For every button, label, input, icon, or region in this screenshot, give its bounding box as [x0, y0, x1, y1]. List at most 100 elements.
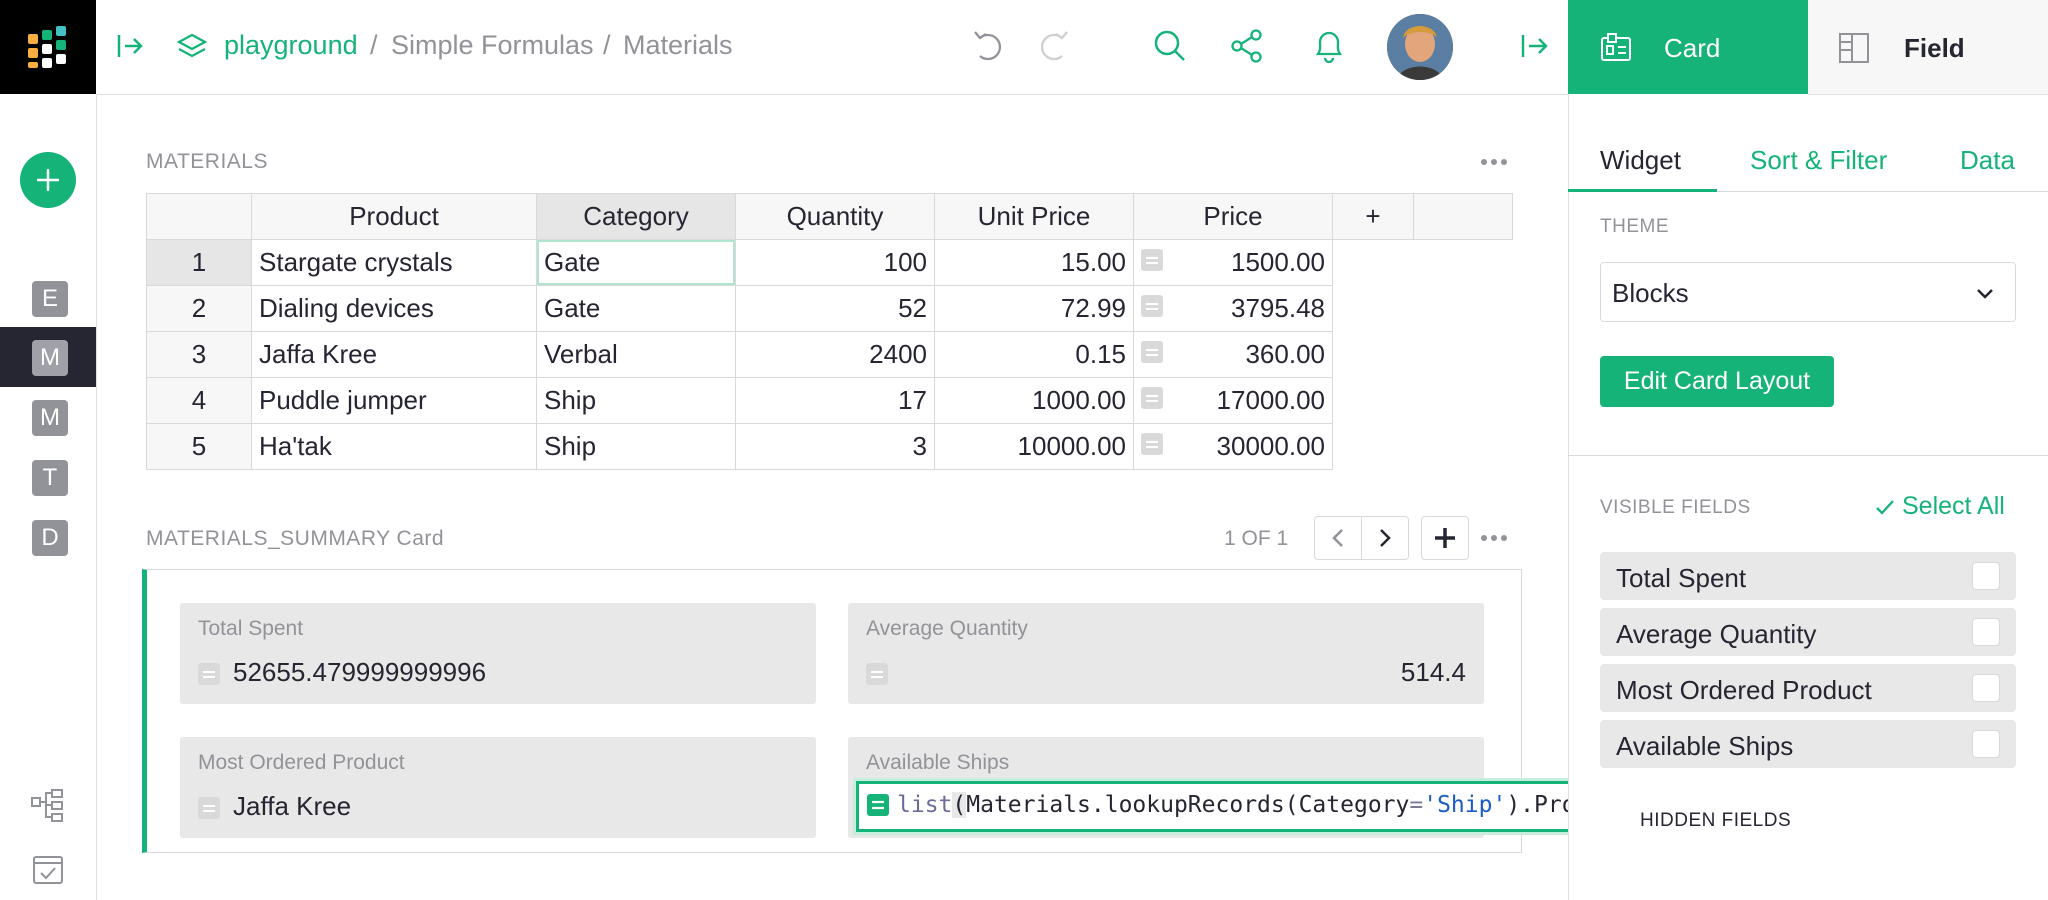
- breadcrumb-page[interactable]: Materials: [623, 30, 733, 61]
- search-icon[interactable]: [1152, 28, 1188, 69]
- breadcrumb-workspace[interactable]: playground: [224, 30, 358, 61]
- column-header-quantity[interactable]: Quantity: [735, 193, 935, 240]
- field-average-quantity[interactable]: Average Quantity 514.4: [848, 603, 1484, 704]
- cell-product[interactable]: Dialing devices: [251, 285, 537, 332]
- cell-quantity[interactable]: 52: [735, 285, 935, 332]
- tab-card[interactable]: Card: [1568, 0, 1808, 94]
- cell-unit-price[interactable]: 15.00: [934, 239, 1134, 286]
- redo-icon[interactable]: [1036, 28, 1070, 69]
- field-label: Total Spent: [198, 617, 304, 640]
- cell-category[interactable]: Gate: [536, 285, 736, 332]
- add-new-button[interactable]: [20, 152, 76, 208]
- raw-data-icon[interactable]: [30, 788, 66, 827]
- visible-field-item[interactable]: Average Quantity: [1600, 608, 2016, 656]
- app-logo[interactable]: [0, 0, 96, 94]
- cell-price[interactable]: 1500.00: [1133, 239, 1333, 286]
- cell-unit-price[interactable]: 72.99: [934, 285, 1134, 332]
- column-header-category[interactable]: Category: [536, 193, 736, 240]
- visible-field-item[interactable]: Most Ordered Product: [1600, 664, 2016, 712]
- field-checkbox[interactable]: [1972, 730, 2000, 758]
- cell-price[interactable]: 30000.00: [1133, 423, 1333, 470]
- cell-category[interactable]: Verbal: [536, 331, 736, 378]
- avatar[interactable]: [1387, 14, 1453, 80]
- breadcrumb-separator: /: [603, 30, 611, 60]
- card-menu-icon[interactable]: [1480, 528, 1508, 553]
- row-number[interactable]: 3: [146, 331, 252, 378]
- formula-paren: (: [952, 792, 967, 818]
- empty-cell: [1332, 239, 1513, 470]
- table-row[interactable]: 3 Jaffa Kree Verbal 2400 0.15 360.00: [146, 331, 1513, 378]
- formula-fn: list: [897, 792, 953, 818]
- column-header-unit-price[interactable]: Unit Price: [934, 193, 1134, 240]
- workspace-icon: [176, 32, 208, 67]
- page-item-d[interactable]: D: [32, 520, 68, 556]
- cell-price[interactable]: 17000.00: [1133, 377, 1333, 424]
- bell-icon[interactable]: [1312, 27, 1346, 70]
- cell-unit-price[interactable]: 1000.00: [934, 377, 1134, 424]
- table-row[interactable]: 2 Dialing devices Gate 52 72.99 3795.48: [146, 285, 1513, 332]
- row-number[interactable]: 5: [146, 423, 252, 470]
- cell-quantity[interactable]: 3: [735, 423, 935, 470]
- field-most-ordered-product[interactable]: Most Ordered Product Jaffa Kree: [180, 737, 816, 838]
- cell-category-selected[interactable]: Gate: [536, 239, 736, 286]
- materials-section-title[interactable]: MATERIALS: [146, 150, 268, 174]
- cell-product[interactable]: Puddle jumper: [251, 377, 537, 424]
- page-item-t[interactable]: T: [32, 460, 68, 496]
- column-header-price[interactable]: Price: [1133, 193, 1333, 240]
- collapse-panel-icon[interactable]: [116, 32, 144, 65]
- subtab-data[interactable]: Data: [1960, 145, 2015, 176]
- section-divider: [1568, 455, 2048, 456]
- prev-record-button[interactable]: [1314, 516, 1362, 560]
- cell-category[interactable]: Ship: [536, 377, 736, 424]
- field-checkbox[interactable]: [1972, 562, 2000, 590]
- column-header-product[interactable]: Product: [251, 193, 537, 240]
- materials-menu-icon[interactable]: [1480, 152, 1508, 177]
- row-number-header[interactable]: [146, 193, 252, 240]
- breadcrumb-document[interactable]: Simple Formulas: [391, 30, 594, 61]
- undo-icon[interactable]: [972, 28, 1006, 69]
- table-row[interactable]: 5 Ha'tak Ship 3 10000.00 30000.00: [146, 423, 1513, 470]
- add-column-button[interactable]: +: [1332, 193, 1414, 240]
- cell-price[interactable]: 360.00: [1133, 331, 1333, 378]
- cell-quantity[interactable]: 2400: [735, 331, 935, 378]
- cell-quantity[interactable]: 100: [735, 239, 935, 286]
- visible-field-item[interactable]: Available Ships: [1600, 720, 2016, 768]
- page-item-m-active[interactable]: M: [32, 340, 68, 376]
- cell-quantity[interactable]: 17: [735, 377, 935, 424]
- tour-checklist-icon[interactable]: [31, 852, 65, 891]
- share-icon[interactable]: [1230, 28, 1264, 69]
- table-row[interactable]: 4 Puddle jumper Ship 17 1000.00 17000.00: [146, 377, 1513, 424]
- subtab-widget[interactable]: Widget: [1600, 145, 1681, 176]
- cell-product[interactable]: Ha'tak: [251, 423, 537, 470]
- select-all-button[interactable]: Select All: [1874, 492, 2005, 521]
- summary-card-title[interactable]: MATERIALS_SUMMARY Card: [146, 527, 444, 551]
- row-number[interactable]: 1: [146, 239, 252, 286]
- cell-price[interactable]: 3795.48: [1133, 285, 1333, 332]
- cell-unit-price[interactable]: 10000.00: [934, 423, 1134, 470]
- edit-card-layout-button[interactable]: Edit Card Layout: [1600, 356, 1834, 407]
- collapse-right-panel-icon[interactable]: [1520, 32, 1550, 65]
- subtab-active-indicator: [1568, 189, 1717, 192]
- add-record-button[interactable]: [1421, 516, 1469, 560]
- tab-card-label: Card: [1664, 33, 1721, 63]
- field-total-spent[interactable]: Total Spent 52655.479999999996: [180, 603, 816, 704]
- cell-product[interactable]: Stargate crystals: [251, 239, 537, 286]
- field-checkbox[interactable]: [1972, 618, 2000, 646]
- formula-editor[interactable]: list(Materials.lookupRecords(Category='S…: [856, 781, 1651, 832]
- next-record-button[interactable]: [1361, 516, 1409, 560]
- subtab-sort-filter[interactable]: Sort & Filter: [1750, 145, 1887, 176]
- hidden-fields-label: HIDDEN FIELDS: [1640, 810, 1792, 831]
- cell-category[interactable]: Ship: [536, 423, 736, 470]
- row-number[interactable]: 4: [146, 377, 252, 424]
- table-row[interactable]: 1 Stargate crystals Gate 100 15.00 1500.…: [146, 239, 1513, 470]
- field-checkbox[interactable]: [1972, 674, 2000, 702]
- page-item-e[interactable]: E: [32, 281, 68, 317]
- cell-unit-price[interactable]: 0.15: [934, 331, 1134, 378]
- page-item-m[interactable]: M: [32, 400, 68, 436]
- theme-select[interactable]: Blocks: [1600, 262, 2016, 322]
- card-widget-icon: [1601, 33, 1631, 61]
- tab-field[interactable]: Field: [1808, 0, 2048, 95]
- visible-field-item[interactable]: Total Spent: [1600, 552, 2016, 600]
- row-number[interactable]: 2: [146, 285, 252, 332]
- cell-product[interactable]: Jaffa Kree: [251, 331, 537, 378]
